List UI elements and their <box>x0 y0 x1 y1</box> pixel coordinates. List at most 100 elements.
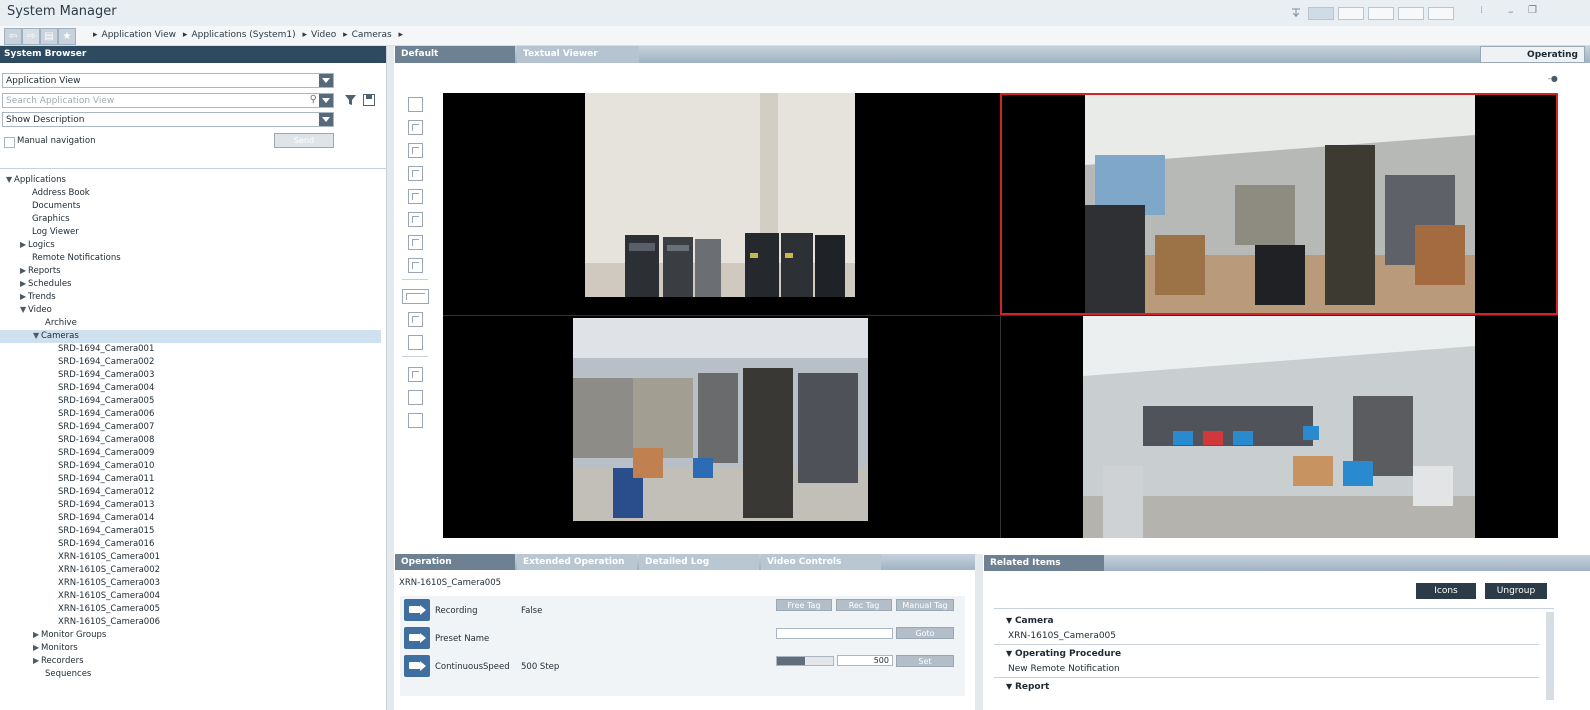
tab-default[interactable]: Default <box>395 46 515 63</box>
panel-splitter[interactable] <box>975 554 983 710</box>
tree-node-camera[interactable]: SRD-1694_Camera009 <box>58 448 154 458</box>
layout-4-icon[interactable] <box>1398 7 1424 20</box>
goto-button[interactable]: Goto <box>896 627 954 639</box>
layout-5-icon[interactable] <box>1428 7 1454 20</box>
layout-custom-3-icon[interactable] <box>408 413 423 428</box>
layout-1plus7-icon[interactable] <box>408 212 423 227</box>
chevron-down-icon[interactable]: ▼ <box>6 175 14 184</box>
related-section-report[interactable]: ▼ Report <box>1006 682 1049 692</box>
chevron-right-icon[interactable]: ▶ <box>33 630 41 639</box>
tree-node-address-book[interactable]: Address Book <box>32 188 90 198</box>
tree-node-camera[interactable]: SRD-1694_Camera006 <box>58 409 154 419</box>
tree-node-logics[interactable]: ▶ Logics <box>20 240 55 250</box>
tree-node-camera[interactable]: SRD-1694_Camera012 <box>58 487 154 497</box>
layout-2x2-icon[interactable] <box>408 120 423 135</box>
tree-node-camera[interactable]: XRN-1610S_Camera006 <box>58 617 160 627</box>
layout-custom-1-icon[interactable] <box>408 367 423 382</box>
tab-textual-viewer[interactable]: Textual Viewer <box>517 46 639 63</box>
video-tile-1[interactable] <box>443 93 1000 315</box>
tree-node-camera[interactable]: XRN-1610S_Camera001 <box>58 552 160 562</box>
chevron-down-icon[interactable]: ▼ <box>33 331 41 340</box>
tree-node-video[interactable]: ▼ Video <box>20 305 52 315</box>
search-icon[interactable]: ⚲ <box>310 94 317 105</box>
chevron-down-icon[interactable] <box>319 113 333 126</box>
layout-3-icon[interactable] <box>1368 7 1394 20</box>
related-camera-item[interactable]: XRN-1610S_Camera005 <box>1008 631 1116 641</box>
layout-2-icon[interactable] <box>1338 7 1364 20</box>
chevron-down-icon[interactable] <box>319 94 333 107</box>
tree-node-reports[interactable]: ▶ Reports <box>20 266 61 276</box>
tree-node-camera[interactable]: SRD-1694_Camera001 <box>58 344 154 354</box>
layout-single-icon[interactable] <box>408 97 423 112</box>
layout-4x4-icon[interactable] <box>408 166 423 181</box>
layout-wide-icon[interactable] <box>402 289 429 304</box>
layout-1plus5-icon[interactable] <box>408 189 423 204</box>
tree-node-camera[interactable]: SRD-1694_Camera002 <box>58 357 154 367</box>
favorite-icon[interactable]: ★ <box>58 28 76 45</box>
tab-operation[interactable]: Operation <box>395 554 515 570</box>
tab-related-items[interactable]: Related Items <box>984 555 1104 571</box>
icons-button[interactable]: Icons <box>1416 583 1476 599</box>
search-input[interactable]: Search Application View ⚲ <box>2 93 334 108</box>
speed-slider[interactable] <box>776 656 834 666</box>
tree-node-camera[interactable]: SRD-1694_Camera010 <box>58 461 154 471</box>
description-select[interactable]: Show Description <box>2 112 334 127</box>
tree-node-camera[interactable]: SRD-1694_Camera007 <box>58 422 154 432</box>
tree-node-camera[interactable]: XRN-1610S_Camera005 <box>58 604 160 614</box>
related-scrollbar[interactable] <box>1546 612 1554 700</box>
breadcrumb-item[interactable]: Video <box>311 30 336 40</box>
tree-node-sequences[interactable]: Sequences <box>45 669 91 679</box>
tree-node-schedules[interactable]: ▶ Schedules <box>20 279 72 289</box>
forward-icon[interactable]: ⇨ <box>22 28 40 45</box>
chevron-down-icon[interactable]: ▼ <box>1006 616 1015 625</box>
tree-node-camera[interactable]: SRD-1694_Camera011 <box>58 474 154 484</box>
related-section-operating-procedure[interactable]: ▼ Operating Procedure <box>1006 649 1121 659</box>
filter-icon[interactable] <box>344 94 357 109</box>
info-icon[interactable]: ⁞ <box>1480 5 1483 16</box>
chevron-down-icon[interactable] <box>319 74 333 87</box>
layout-1plus12-icon[interactable] <box>408 235 423 250</box>
free-tag-button[interactable]: Free Tag <box>776 599 832 611</box>
tree-node-cameras[interactable]: ▼ Cameras <box>33 331 79 341</box>
tree-node-documents[interactable]: Documents <box>32 201 80 211</box>
layout-2plus8-icon[interactable] <box>408 258 423 273</box>
chevron-right-icon[interactable]: ▶ <box>20 279 28 288</box>
speed-input[interactable]: 500 <box>837 655 893 666</box>
tree-node-log-viewer[interactable]: Log Viewer <box>32 227 79 237</box>
tree-node-camera[interactable]: XRN-1610S_Camera004 <box>58 591 160 601</box>
breadcrumb-item[interactable]: Application View <box>102 30 177 40</box>
chevron-right-icon[interactable]: ▶ <box>33 643 41 652</box>
layout-grid-wide-icon[interactable] <box>408 312 423 327</box>
tab-detailed-log[interactable]: Detailed Log <box>639 554 759 570</box>
tree-node-camera[interactable]: SRD-1694_Camera008 <box>58 435 154 445</box>
tree-node-remote-notifications[interactable]: Remote Notifications <box>32 253 121 263</box>
layout-3x3-icon[interactable] <box>408 143 423 158</box>
tree-node-camera[interactable]: SRD-1694_Camera015 <box>58 526 154 536</box>
tree-node-camera[interactable]: SRD-1694_Camera014 <box>58 513 154 523</box>
pin-icon[interactable] <box>1290 7 1302 18</box>
chevron-down-icon[interactable]: ▼ <box>1006 682 1015 691</box>
layout-1-icon[interactable] <box>1308 7 1334 20</box>
back-icon[interactable]: ⇦ <box>4 28 22 45</box>
tree-node-camera[interactable]: SRD-1694_Camera003 <box>58 370 154 380</box>
ungroup-button[interactable]: Ungroup <box>1485 583 1547 599</box>
tree-node-camera[interactable]: SRD-1694_Camera005 <box>58 396 154 406</box>
layout-strip-icon[interactable] <box>408 335 423 350</box>
chevron-right-icon[interactable]: ▶ <box>20 266 28 275</box>
video-tile-4[interactable] <box>1000 315 1558 538</box>
tab-video-controls[interactable]: Video Controls <box>761 554 881 570</box>
chevron-down-icon[interactable]: ▼ <box>20 305 28 314</box>
operating-mode-button[interactable]: Operating <box>1480 46 1585 63</box>
minimize-icon[interactable]: – <box>1508 5 1514 18</box>
manual-tag-button[interactable]: Manual Tag <box>896 599 954 611</box>
related-procedure-item[interactable]: New Remote Notification <box>1008 664 1120 674</box>
send-button[interactable]: Send <box>274 133 334 148</box>
bookmark-list-icon[interactable]: ▤ <box>40 28 58 45</box>
tree-node-graphics[interactable]: Graphics <box>32 214 70 224</box>
tree-node-monitors[interactable]: ▶ Monitors <box>33 643 78 653</box>
tree-node-applications[interactable]: ▼ Applications <box>6 175 66 185</box>
related-section-camera[interactable]: ▼ Camera <box>1006 616 1054 626</box>
chevron-down-icon[interactable]: ▼ <box>1006 649 1015 658</box>
tree-node-camera[interactable]: SRD-1694_Camera004 <box>58 383 154 393</box>
tree-node-camera[interactable]: XRN-1610S_Camera003 <box>58 578 160 588</box>
